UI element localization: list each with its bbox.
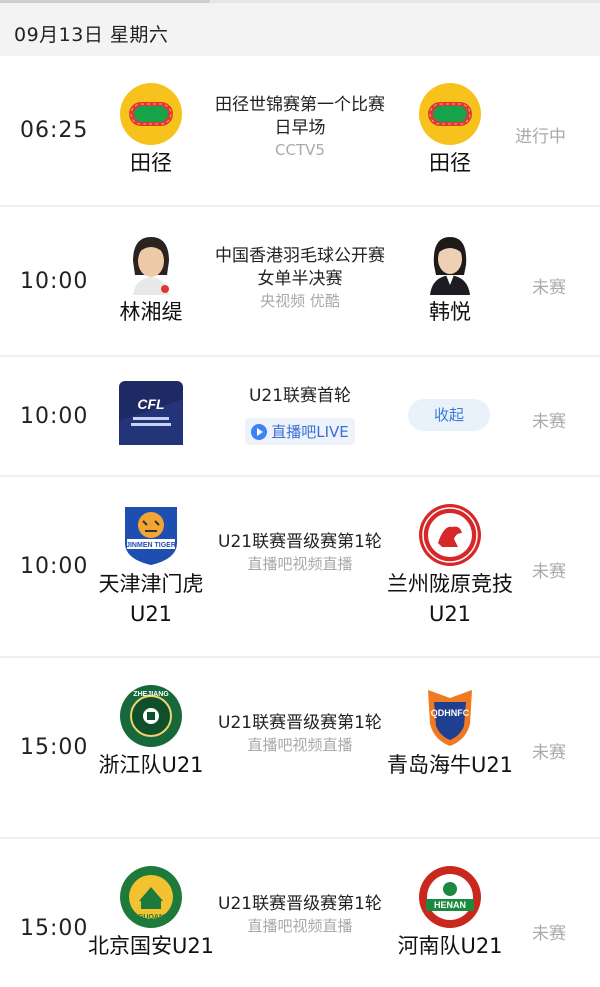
match-status: 未赛 xyxy=(532,743,566,763)
away-team-name: 河南队U21 xyxy=(397,934,503,958)
player-avatar-icon xyxy=(119,231,183,295)
league-logo[interactable]: CFL xyxy=(86,381,216,445)
match-info: U21联赛首轮 直播吧LIVE xyxy=(208,385,392,445)
match-title: 田径世锦赛第一个比赛日早场 xyxy=(215,95,385,138)
player-avatar-icon xyxy=(418,231,482,295)
away-team[interactable]: 田径 xyxy=(385,82,515,178)
match-time: 06:25 xyxy=(20,118,89,143)
match-channel: 直播吧视频直播 xyxy=(247,917,353,935)
match-time: 10:00 xyxy=(20,404,89,429)
svg-text:CFL: CFL xyxy=(137,396,164,412)
match-info: 田径世锦赛第一个比赛日早场 CCTV5 xyxy=(208,94,392,160)
svg-text:QDHNFC: QDHNFC xyxy=(431,708,470,718)
home-team[interactable]: GUOAN 北京国安U21 xyxy=(86,865,216,961)
match-status: 未赛 xyxy=(532,278,566,298)
live-stream-button[interactable]: 直播吧LIVE xyxy=(245,418,355,445)
match-info: U21联赛晋级赛第1轮 直播吧视频直播 xyxy=(208,531,392,574)
date-header-bar: 09月13日 星期六 xyxy=(0,0,600,56)
match-info: U21联赛晋级赛第1轮 直播吧视频直播 xyxy=(208,712,392,755)
home-team[interactable]: ZHEJIANG 浙江队U21 xyxy=(86,684,216,780)
henan-logo-icon: HENAN xyxy=(418,865,482,929)
svg-text:GUOAN: GUOAN xyxy=(138,914,164,921)
cfl-league-logo-icon: CFL xyxy=(119,381,183,445)
svg-text:HENAN: HENAN xyxy=(434,900,466,910)
zhejiang-logo-icon: ZHEJIANG xyxy=(119,684,183,748)
home-team-name: 浙江队U21 xyxy=(98,753,204,777)
match-info: 中国香港羽毛球公开赛女单半决赛 央视频 优酷 xyxy=(208,245,392,311)
match-status: 进行中 xyxy=(515,127,566,147)
match-status: 未赛 xyxy=(532,924,566,944)
match-row[interactable]: 10:00 CFL U21联赛首轮 直播吧LIVE 收起 未赛 xyxy=(0,357,600,477)
match-channel: 直播吧视频直播 xyxy=(247,736,353,754)
match-time: 15:00 xyxy=(20,916,89,941)
live-label: 直播吧LIVE xyxy=(271,423,349,441)
match-row[interactable]: 15:00 ZHEJIANG 浙江队U21 U21联赛晋级赛第1轮 直播吧视频直… xyxy=(0,658,600,839)
track-icon xyxy=(119,82,183,146)
home-team-name: 天津津门虎U21 xyxy=(98,572,204,626)
match-channel: 直播吧视频直播 xyxy=(247,555,353,573)
away-team-name: 兰州陇原竞技U21 xyxy=(387,572,513,626)
home-team-name: 田径 xyxy=(130,151,172,175)
play-icon xyxy=(251,423,268,440)
match-title: U21联赛首轮 xyxy=(248,386,352,406)
away-team[interactable]: QDHNFC 青岛海牛U21 xyxy=(385,684,515,780)
match-time: 10:00 xyxy=(20,269,89,294)
away-team[interactable]: 兰州陇原竞技U21 xyxy=(385,503,515,629)
match-row[interactable]: 10:00 JINMEN TIGER 天津津门虎U21 U21联赛晋级赛第1轮 … xyxy=(0,477,600,658)
away-team-name: 韩悦 xyxy=(429,300,471,324)
match-row[interactable]: 06:25 田径 田径世锦赛第一个比赛日早场 CCTV5 田径 进行中 xyxy=(0,56,600,207)
scroll-indicator xyxy=(0,0,210,3)
track-icon xyxy=(418,82,482,146)
match-time: 10:00 xyxy=(20,554,89,579)
home-team[interactable]: 田径 xyxy=(86,82,216,178)
match-status: 未赛 xyxy=(532,562,566,582)
match-time: 15:00 xyxy=(20,735,89,760)
away-team[interactable]: 韩悦 xyxy=(385,231,515,327)
away-team-name: 田径 xyxy=(429,151,471,175)
match-title: U21联赛晋级赛第1轮 xyxy=(218,894,382,914)
away-team-name: 青岛海牛U21 xyxy=(386,753,514,777)
match-row[interactable]: 10:00 林湘缇 中国香港羽毛球公开赛女单半决赛 央视频 优酷 韩悦 未赛 xyxy=(0,207,600,357)
home-team[interactable]: 林湘缇 xyxy=(86,231,216,327)
match-title: U21联赛晋级赛第1轮 xyxy=(218,713,382,733)
beijing-guoan-logo-icon: GUOAN xyxy=(119,865,183,929)
svg-text:ZHEJIANG: ZHEJIANG xyxy=(133,691,169,698)
svg-text:JINMEN TIGER: JINMEN TIGER xyxy=(126,542,176,549)
home-team[interactable]: JINMEN TIGER 天津津门虎U21 xyxy=(86,503,216,629)
lanzhou-logo-icon xyxy=(418,503,482,567)
date-header: 09月13日 星期六 xyxy=(14,24,169,46)
home-team-name: 北京国安U21 xyxy=(87,934,215,958)
collapse-button[interactable]: 收起 xyxy=(408,399,490,431)
home-team-name: 林湘缇 xyxy=(119,300,183,324)
match-channel: CCTV5 xyxy=(275,141,325,159)
match-status: 未赛 xyxy=(532,412,566,432)
away-team[interactable]: HENAN 河南队U21 xyxy=(385,865,515,961)
match-channel: 央视频 优酷 xyxy=(260,292,340,310)
match-info: U21联赛晋级赛第1轮 直播吧视频直播 xyxy=(208,893,392,936)
qingdao-logo-icon: QDHNFC xyxy=(418,684,482,748)
match-title: 中国香港羽毛球公开赛女单半决赛 xyxy=(215,246,385,289)
match-title: U21联赛晋级赛第1轮 xyxy=(218,532,382,552)
match-row[interactable]: 15:00 GUOAN 北京国安U21 U21联赛晋级赛第1轮 直播吧视频直播 … xyxy=(0,839,600,987)
tianjin-tiger-logo-icon: JINMEN TIGER xyxy=(119,503,183,567)
